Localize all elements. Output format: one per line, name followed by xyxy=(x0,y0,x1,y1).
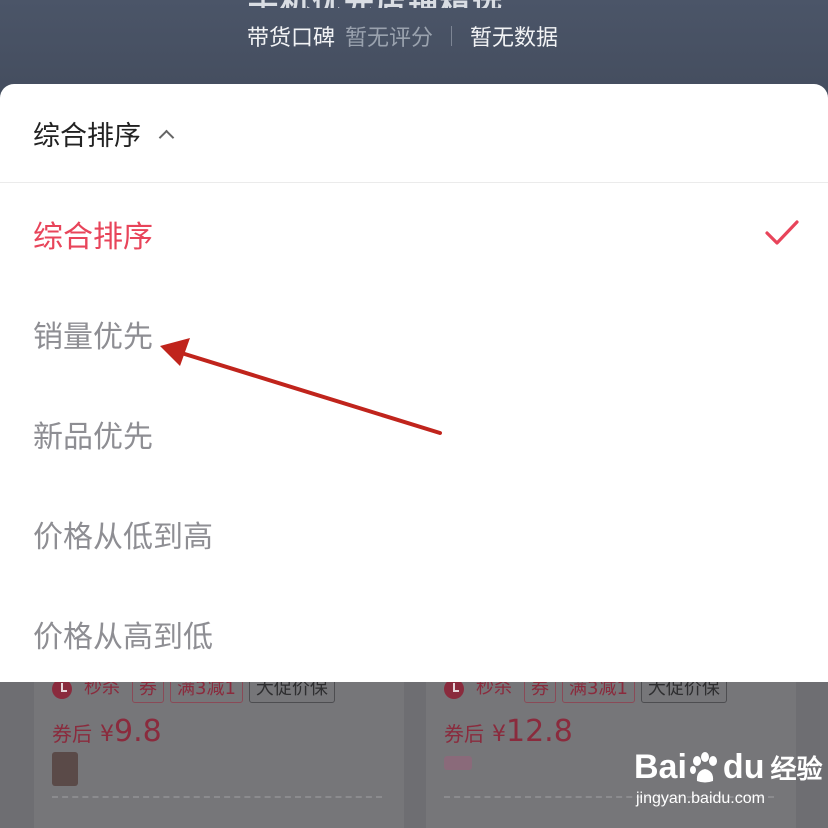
brand-text-b: du xyxy=(722,748,765,786)
store-title: 手机优先店铺精选 xyxy=(248,0,578,8)
store-meta: 带货口碑 暂无评分 暂无数据 xyxy=(247,20,558,52)
price-row: 券后 ¥ 9.8 xyxy=(52,714,162,749)
sort-option-label: 销量优先 xyxy=(33,320,153,355)
price-value: 12.8 xyxy=(506,714,573,749)
sort-option-label: 综合排序 xyxy=(33,220,153,255)
product-card[interactable]: 秒杀 券 满3减1 大促价保 券后 ¥ 9.8 xyxy=(34,672,404,828)
sort-option-label: 价格从低到高 xyxy=(33,520,213,555)
sort-option-label: 新品优先 xyxy=(33,420,153,455)
price-label: 券后 xyxy=(52,722,92,746)
sort-option-price-asc[interactable]: 价格从低到高 xyxy=(0,484,828,584)
currency-symbol: ¥ xyxy=(100,722,114,747)
data-value: 暂无数据 xyxy=(470,26,559,51)
currency-symbol: ¥ xyxy=(492,722,506,747)
price-row: 券后 ¥ 12.8 xyxy=(444,714,573,749)
sort-current-label: 综合排序 xyxy=(33,120,141,152)
product-thumbnail xyxy=(444,756,472,770)
divider xyxy=(52,796,382,798)
sort-option-sales[interactable]: 销量优先 xyxy=(0,284,828,384)
reputation-label: 带货口碑 xyxy=(247,26,336,51)
brand-text-cn: 经验 xyxy=(770,755,823,785)
watermark-url: jingyan.baidu.com xyxy=(636,790,765,807)
brand-text-a: Bai xyxy=(634,748,687,786)
price-value: 9.8 xyxy=(114,714,162,749)
meta-divider xyxy=(451,26,453,46)
paw-icon xyxy=(689,751,717,782)
product-thumbnail xyxy=(52,752,78,786)
sort-option-label: 价格从高到低 xyxy=(33,620,213,655)
price-label: 券后 xyxy=(444,722,484,746)
sort-dropdown: 综合排序 综合排序 销量优先 新品优先 价格从低到高 价格从高到低 xyxy=(0,84,828,682)
reputation-value: 暂无评分 xyxy=(345,26,434,51)
baidu-logo: Bai du 经验 xyxy=(634,748,822,787)
sort-option-price-desc[interactable]: 价格从高到低 xyxy=(0,584,828,684)
baidu-watermark: Bai du 经验 jingyan.baidu.com xyxy=(632,736,822,816)
check-icon xyxy=(765,220,799,245)
sort-option-newest[interactable]: 新品优先 xyxy=(0,384,828,484)
sort-option-comprehensive[interactable]: 综合排序 xyxy=(0,184,828,284)
chevron-up-icon xyxy=(158,129,175,145)
sort-dropdown-toggle[interactable]: 综合排序 xyxy=(0,84,828,183)
